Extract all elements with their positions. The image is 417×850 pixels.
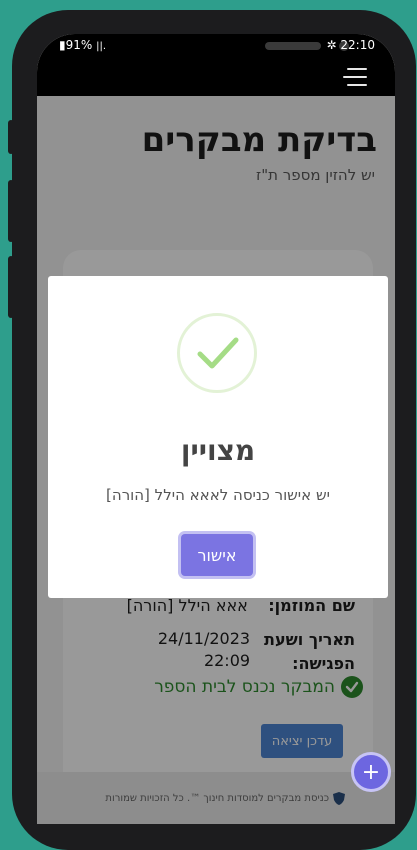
hamburger-menu-icon[interactable] bbox=[343, 68, 367, 86]
dialog-message: יש אישור כניסה לאאא הילל [הורה] bbox=[106, 486, 330, 504]
battery-icon: ▮ bbox=[59, 38, 66, 52]
phone-volume-down bbox=[8, 256, 14, 318]
notch bbox=[115, 34, 349, 64]
success-check-icon bbox=[177, 313, 257, 393]
add-fab-button[interactable]: + bbox=[351, 752, 391, 792]
signal-icon: ||. bbox=[96, 41, 107, 52]
clock: 22:10 bbox=[340, 38, 375, 52]
speaker bbox=[265, 42, 321, 50]
phone-side-button bbox=[8, 120, 14, 154]
confirm-button[interactable]: אישור bbox=[181, 534, 253, 576]
phone-volume-up bbox=[8, 180, 14, 242]
battery-level: 91% bbox=[65, 38, 93, 52]
status-right: ✲ 22:10 bbox=[327, 38, 375, 52]
status-bar: ▮91% ||. ✲ 22:10 bbox=[37, 34, 395, 96]
dialog-title: מצויין bbox=[180, 434, 256, 467]
success-dialog: מצויין יש אישור כניסה לאאא הילל [הורה] א… bbox=[48, 276, 388, 598]
status-left: ▮91% ||. bbox=[59, 38, 106, 52]
fan-icon: ✲ bbox=[326, 38, 337, 52]
